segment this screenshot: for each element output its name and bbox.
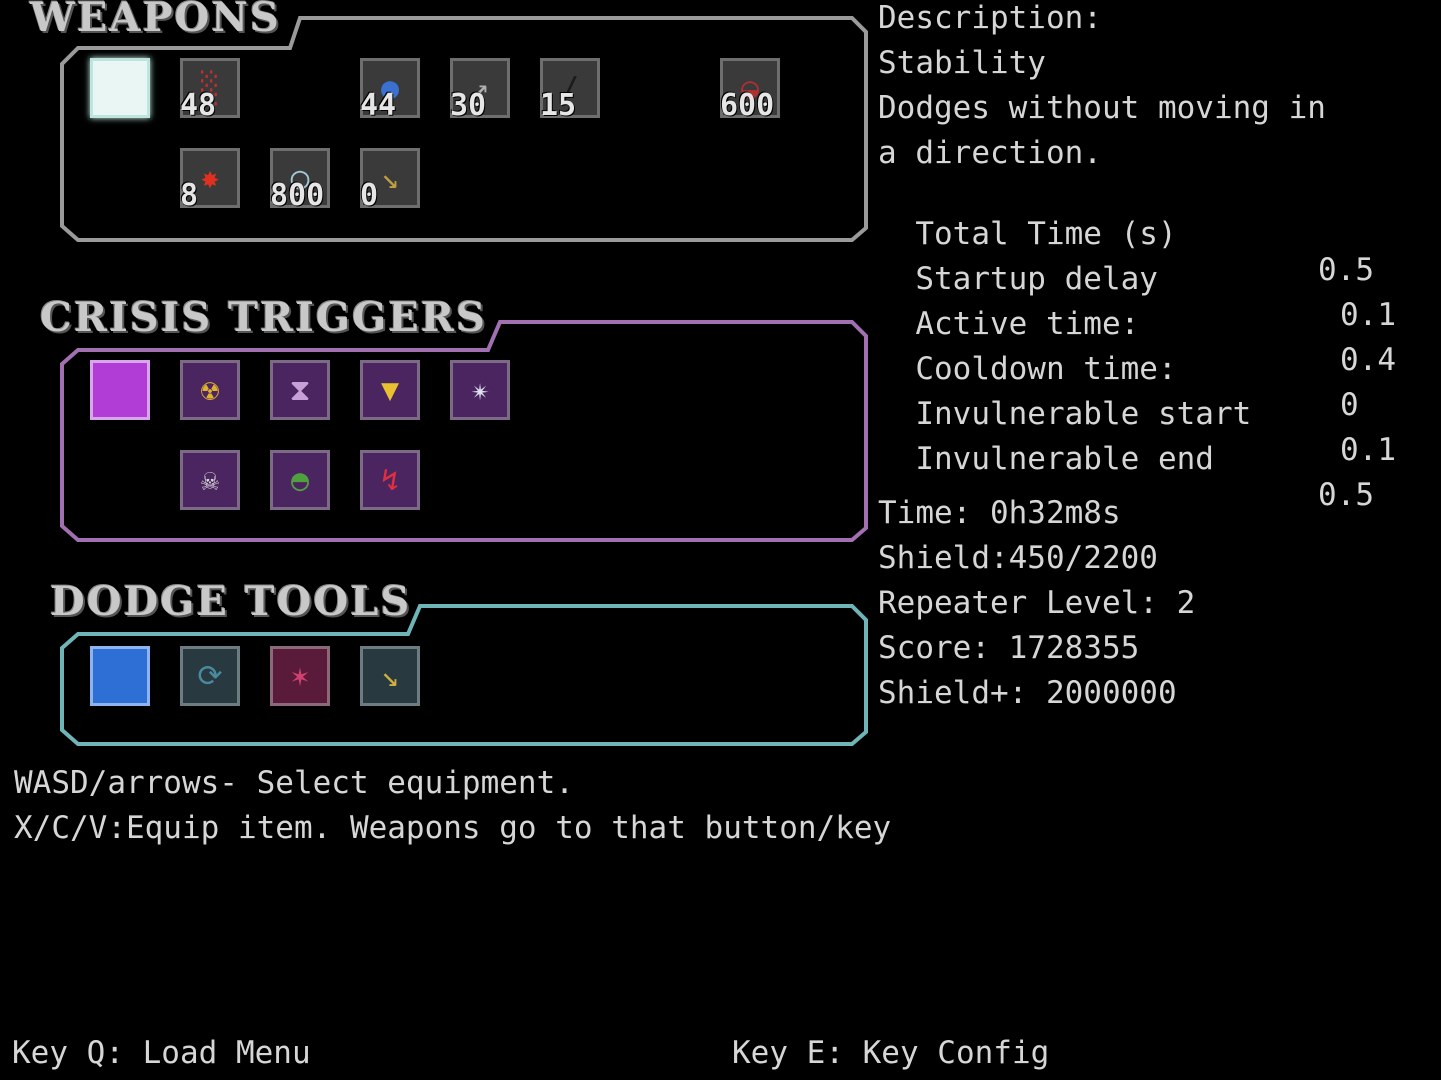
dodge-slot-blank-selected-icon[interactable]	[90, 646, 150, 706]
stat-value: 0.1	[1340, 432, 1396, 468]
shield-plus-readout: Shield+: 2000000	[878, 675, 1177, 711]
weapon-count: 48	[180, 88, 217, 123]
stat-value: 0.1	[1340, 297, 1396, 333]
weapon-slot-fire-star[interactable]: ✸ 8	[180, 148, 240, 213]
description-line-1: Dodges without moving in	[878, 90, 1326, 126]
weapon-slot-arrow[interactable]: ↗ 30	[450, 58, 510, 123]
weapon-slot-red-dome[interactable]: ◒ 600	[720, 58, 780, 123]
weapon-slot-ring[interactable]: ◯ 800	[270, 148, 330, 213]
crisis-slot-radiation[interactable]: ☢	[180, 360, 240, 420]
repeater-level-readout: Repeater Level: 2	[878, 585, 1196, 621]
item-name: Stability	[878, 45, 1046, 81]
time-readout: Time: 0h32m8s	[878, 495, 1121, 531]
dodge-slot-drill[interactable]: ↘	[360, 646, 420, 706]
key-config-hint[interactable]: Key E: Key Config	[732, 1035, 1049, 1071]
shield-readout: Shield:450/2200	[878, 540, 1158, 576]
stat-value: 0	[1340, 387, 1359, 423]
crisis-slot-shield[interactable]: ▼	[360, 360, 420, 420]
crisis-slot-helmet[interactable]: ◓	[270, 450, 330, 510]
weapon-slot-rocket[interactable]: ↘ 0	[360, 148, 420, 213]
load-menu-hint[interactable]: Key Q: Load Menu	[12, 1035, 311, 1071]
drill-icon: ↘	[380, 658, 400, 694]
score-readout: Score: 1728355	[878, 630, 1140, 666]
help-line-2: X/C/V:Equip item. Weapons go to that but…	[14, 810, 892, 846]
help-line-1: WASD/arrows- Select equipment.	[14, 765, 574, 801]
stat-value: 0.4	[1340, 342, 1396, 378]
stat-value: 0.5	[1318, 477, 1374, 513]
crisis-triggers-title: CRISIS TRIGGERS	[40, 294, 487, 341]
weapons-title: WEAPONS	[30, 0, 281, 41]
swirl-icon: ⟳	[197, 658, 223, 694]
dodge-slot-wing[interactable]: ✶	[270, 646, 330, 706]
crisis-slot-hourglass[interactable]: ⧗	[270, 360, 330, 420]
weapon-count: 800	[270, 178, 325, 213]
weapon-slot-blank-selected-icon[interactable]	[90, 58, 150, 118]
helmet-icon: ◓	[290, 462, 310, 498]
weapon-count: 600	[720, 88, 775, 123]
description-header: Description:	[878, 0, 1102, 36]
crisis-slot-blank-selected-icon[interactable]	[90, 360, 150, 420]
dodge-slot-swirl[interactable]: ⟳	[180, 646, 240, 706]
weapon-count: 44	[360, 88, 397, 123]
weapon-count: 0	[360, 178, 379, 213]
radiation-icon: ☢	[200, 372, 220, 408]
description-line-2: a direction.	[878, 135, 1102, 171]
lightning-icon: ↯	[380, 462, 400, 498]
stat-value: 0.5	[1318, 252, 1374, 288]
crisis-slot-skull[interactable]: ☠	[180, 450, 240, 510]
crisis-slot-lightning[interactable]: ↯	[360, 450, 420, 510]
shield-icon: ▼	[380, 372, 400, 408]
weapon-slot-blade[interactable]: ∕ 15	[540, 58, 600, 123]
dodge-tools-title: DODGE TOOLS	[50, 578, 412, 625]
weapon-slot-bar-burst[interactable]: ░ 48	[180, 58, 240, 123]
weapon-count: 30	[450, 88, 487, 123]
hourglass-icon: ⧗	[289, 372, 311, 408]
stat-label: Invulnerable end	[915, 441, 1214, 477]
crisis-slot-star-burst[interactable]: ✴	[450, 360, 510, 420]
weapon-count: 8	[180, 178, 199, 213]
weapon-count: 15	[540, 88, 577, 123]
wing-icon: ✶	[290, 658, 310, 694]
weapon-slot-blue-orbs[interactable]: ● 44	[360, 58, 420, 123]
star-burst-icon: ✴	[470, 372, 490, 408]
skull-icon: ☠	[200, 462, 220, 498]
